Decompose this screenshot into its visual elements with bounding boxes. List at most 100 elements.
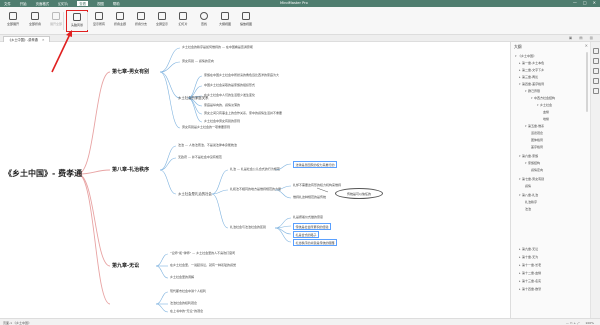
callout-bubble[interactable]: 传统是可以信任的 [335,188,383,199]
ch7-top-leaf[interactable]: 乡土社会的秩序是如何维持的 — 在中国看是否满意呢 [182,45,253,49]
outline-item[interactable]: 道德观念 [531,131,543,135]
chapter-7-topic[interactable]: 第七章-男女有别 [112,68,149,75]
ch8-leaf[interactable]: 礼是按着仪式做的意思 [293,215,323,219]
fold-topic-button[interactable]: 折叠主题 [109,10,131,32]
outline-item[interactable]: ▾ 《乡土中国》 [515,54,536,58]
outline-item[interactable]: ▸ 第十一章-长老 [519,263,541,267]
outline-item[interactable]: ▾ 第八章-礼治 [519,193,538,197]
outline-item[interactable]: ▸ 第三章-再论 [519,75,538,79]
outline-item[interactable]: ▾ 群己界限 [525,89,540,93]
outline-item[interactable]: ▾ 第六章-家族 [519,154,538,158]
outline-item[interactable]: ▾ 第四章-差序格局 [519,82,544,86]
outline-view-icon [221,12,229,20]
history-icon[interactable] [593,88,599,94]
chapter-8-topic[interactable]: 第八章-礼治秩序 [112,166,149,173]
outline-item[interactable]: ▸ 第一章-乡土本色 [519,61,544,65]
menu-slides[interactable]: 幻灯片 [58,1,68,6]
ch7-bottom-leaf[interactable]: 男女有别是乡土社会的一项重要原则 [182,125,230,129]
slideshow-button[interactable]: 幻灯片 [172,10,194,32]
expand-all-button[interactable]: 全部展开 [2,10,24,32]
outline-item[interactable]: 感情定向 [531,168,543,172]
zoom-level[interactable]: 100% [585,321,594,325]
outline-item[interactable]: 地缘 [543,117,549,121]
ch8-leaf[interactable]: 法治 — 人依法而治，不是说法律本身能统治 [178,143,237,147]
ch9-leaf[interactable]: 现代都市社会中讲个人权利 [170,289,206,293]
zoom-slider-controls[interactable]: — ▭ + ⤢ [566,321,580,325]
ribbon-separator [63,12,64,30]
show-all-button[interactable]: 显示所有 [88,10,110,32]
page-indicator[interactable]: 页面-1 《乡土中国》 [3,321,31,325]
outline-icon[interactable] [593,78,599,84]
outline-item[interactable]: ▸ 第十章-无为 [519,255,538,259]
chevron-right-icon: ▸ [519,68,521,72]
outline-item[interactable]: ▾ 家族结构 [525,161,540,165]
chapter-9-topic[interactable]: 第九章-无讼 [112,262,139,269]
ch9-leaf[interactable]: 在乡土社会里，一说起诉讼，就有一种羞耻的感觉 [170,263,236,267]
maximize-button[interactable]: □ [583,0,587,5]
outline-item[interactable]: 礼治秩序 [525,200,537,204]
zoom-view-button[interactable]: 缩放视图 [235,10,257,32]
outline-item[interactable]: ▸ 第十二章-血缘 [519,271,541,275]
ch7-leaf[interactable]: 中国乡土社会采取的是家族的组织形式 [204,83,255,87]
outline-item[interactable]: ▾ 第五章-维系 [525,124,544,128]
ch9-leaf[interactable]: 在上书中的“无讼”的观念 [170,309,203,313]
ch8-leaf[interactable]: 法律是靠国家的权力来推行的 [293,161,338,168]
outline-item[interactable]: 差序格局 [531,145,543,149]
close-window-button[interactable]: ✕ [593,0,596,5]
menu-start[interactable]: 开始 [20,1,27,6]
outline-item[interactable]: 血缘 [543,110,549,114]
root-topic[interactable]: 《乡土中国》- 费孝通 [4,168,82,179]
menu-help[interactable]: 帮助 [113,1,120,6]
chevron-down-icon: ▾ [525,124,527,128]
ch7-leaf[interactable]: 男女有别 — 感情的定向 [182,59,214,63]
minimize-button[interactable]: — [573,0,577,5]
menu-page-format[interactable]: 页面格式 [36,1,50,6]
menu-view[interactable]: 查看 [77,1,89,6]
outline-item[interactable]: ▸ 第九章-无讼 [519,247,538,251]
ch7-leaf[interactable]: 在乡土社会中人们的生活很少发生变化 [204,93,255,97]
outline-scrollbar[interactable] [586,52,588,112]
menu-file[interactable]: 文件 [4,1,11,6]
outline-item[interactable]: 法治 [525,207,531,211]
outline-item[interactable]: 团体格局 [531,138,543,142]
ch8-leaf[interactable]: 无政府 — 并不是社会中没有规范 [178,155,222,159]
ch8-subtopic[interactable]: 乡土社会是礼治的社会 [178,191,212,196]
ch9-leaf[interactable]: “讼师”和“律师” — 乡土社会里的人不喜欢打官司 [170,251,235,255]
mindmap-canvas[interactable]: 《乡土中国》- 费孝通 第七章-男女有别 乡土社会的秩序是如何维持的 — 在中国… [0,42,510,318]
ch8-leaf[interactable]: 礼是合式的路子 [293,231,320,238]
show-all-icon [95,12,103,20]
ch9-leaf[interactable]: 法治社会的权利观念 [170,301,197,305]
collapse-all-button[interactable]: 全部折叠 [24,10,46,32]
outline-item[interactable]: ▾ 中西方社会结构 [531,96,555,100]
outline-item[interactable]: ▸ 第二章-文字下乡 [519,68,544,72]
app-title: MindMaster Pro [280,1,308,5]
ch7-leaf[interactable]: 家庭是纵向的，感情淡薄的 [204,103,240,107]
brainstorm-button[interactable]: 头脑风暴 [66,10,88,32]
ch7-leaf[interactable]: 乡土社会中男女有别的原则 [204,119,240,123]
theme-icon[interactable] [593,58,599,64]
ch8-leaf[interactable]: 礼治社会与法治社会的区别 [230,225,266,229]
ch7-leaf[interactable]: 家族在中国乡土社会中所扮演的角色远比西洋的家庭为大 [204,73,279,77]
ch9-leaf[interactable]: 乡土社会里的调解 [170,275,194,279]
ch7-leaf[interactable]: 男女之间只有事业上的合作关系，家中的感情生活并不重要 [204,111,282,115]
ch8-leaf[interactable]: 礼和法不相同的地方是维持规范的力量 [230,187,281,191]
outline-close-icon[interactable]: ✕ [585,43,588,48]
ch8-leaf[interactable]: 传统是社会所累积的经验 [293,223,332,230]
fullscreen-button[interactable]: 全屏显示 [151,10,173,32]
ch8-leaf[interactable]: 礼治秩序的关键是传统的服膺 [293,239,338,246]
outline-item[interactable]: ▾ 第七章-男女有别 [519,177,544,181]
outline-item[interactable]: ▸ 第十四章-欲望 [519,287,541,291]
format-icon[interactable] [593,48,599,54]
ch8-leaf[interactable]: 维持礼这种规范的是传统 [293,195,326,199]
ch8-leaf[interactable]: 礼治 — 礼是社会公认合式的行为规范 [230,167,280,171]
clipart-icon[interactable] [593,68,599,74]
tab-tools-icon[interactable]: ▣ ▤ ▥ [569,36,596,40]
outline-item[interactable]: 感情 [525,184,531,188]
search-button[interactable]: 查找 [193,10,215,32]
outline-item[interactable]: ▸ 第十三章-名实 [519,279,541,283]
ch8-leaf[interactable]: 礼却不需要这有形的权力机构来维持 [293,183,341,187]
outline-view-button[interactable]: 大纲视图 [214,10,236,32]
fold-branch-button[interactable]: 折叠分支 [130,10,152,32]
outline-item[interactable]: ▾ 乡土社会 [537,103,552,107]
menu-visual[interactable]: 视图 [97,1,104,6]
